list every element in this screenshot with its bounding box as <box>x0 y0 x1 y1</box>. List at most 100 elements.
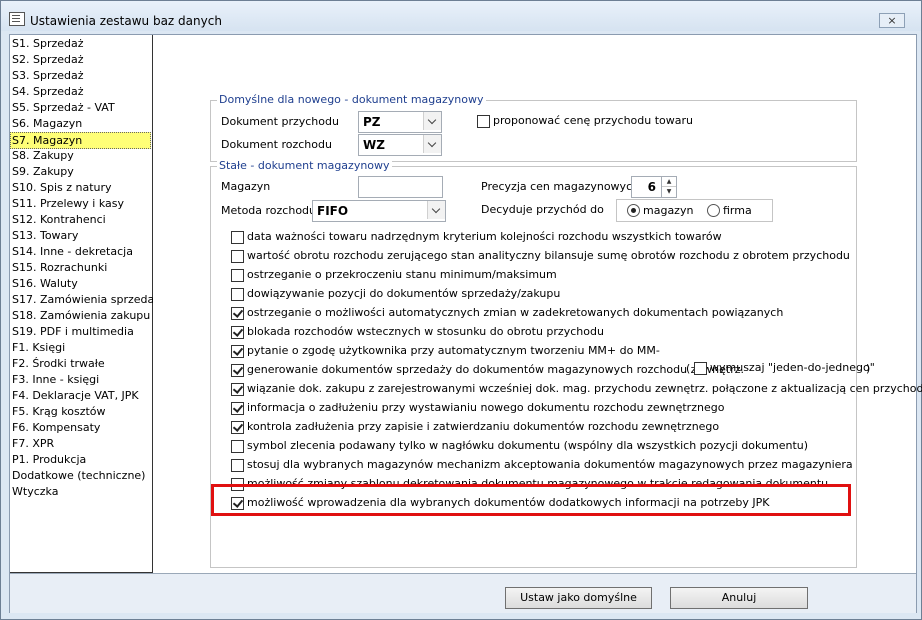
arrow-down-icon[interactable]: ▼ <box>662 187 676 196</box>
sidebar-item[interactable]: S6. Magazyn <box>12 116 82 131</box>
sidebar-item[interactable]: S3. Sprzedaż <box>12 68 84 83</box>
checkbox[interactable] <box>231 269 244 282</box>
sidebar-item[interactable]: S4. Sprzedaż <box>12 84 84 99</box>
sidebar-item[interactable]: S1. Sprzedaż <box>12 36 84 51</box>
option-label: wiązanie dok. zakupu z zarejestrowanymi … <box>247 382 922 395</box>
option-label: data ważności towaru nadrzędnym kryteriu… <box>247 230 722 243</box>
sidebar-item[interactable]: S11. Przelewy i kasy <box>12 196 124 211</box>
checkbox[interactable] <box>231 345 244 358</box>
warehouse-label: Magazyn <box>221 180 271 193</box>
decides-radio-group: magazyn firma <box>616 199 773 222</box>
option-label: kontrola zadłużenia przy zapisie i zatwi… <box>247 420 720 433</box>
checkbox[interactable] <box>231 250 244 263</box>
checkbox[interactable] <box>231 231 244 244</box>
checkbox[interactable] <box>231 402 244 415</box>
fixed-group-title: Stałe - dokument magazynowy <box>217 159 392 172</box>
checkbox[interactable] <box>231 364 244 377</box>
arrow-up-icon[interactable]: ▲ <box>662 177 676 187</box>
set-default-button[interactable]: Ustaw jako domyślne <box>505 587 652 609</box>
sidebar-item[interactable]: S18. Zamówienia zakupu <box>12 308 150 323</box>
precision-value: 6 <box>647 180 656 194</box>
sidebar-item[interactable]: F5. Krąg kosztów <box>12 404 106 419</box>
sidebar-item[interactable]: S5. Sprzedaż - VAT <box>12 100 115 115</box>
defaults-group-title: Domyślne dla nowego - dokument magazynow… <box>217 93 486 106</box>
sidebar-item[interactable]: S2. Sprzedaż <box>12 52 84 67</box>
issue-doc-label: Dokument rozchodu <box>221 138 332 151</box>
decides-receipt-label: Decyduje przychód do <box>481 203 604 216</box>
checkbox[interactable] <box>231 307 244 320</box>
option-label: pytanie o zgodę użytkownika przy automat… <box>247 344 660 357</box>
sidebar-item[interactable]: S8. Zakupy <box>12 148 74 163</box>
option-label: ostrzeganie o przekroczeniu stanu minimu… <box>247 268 557 281</box>
checkbox[interactable] <box>231 440 244 453</box>
close-button[interactable]: × <box>879 13 905 28</box>
client-area: S1. Sprzedaż S2. Sprzedaż S3. Sprzedaż S4. … <box>9 34 922 613</box>
settings-panel: Domyślne dla nowego - dokument magazynow… <box>153 35 922 572</box>
sidebar-item[interactable]: S10. Spis z natury <box>12 180 112 195</box>
option-label: ostrzeganie o możliwości automatycznych … <box>247 306 784 319</box>
sidebar-item[interactable]: F4. Deklaracje VAT, JPK <box>12 388 139 403</box>
button-bar: Ustaw jako domyślne Anuluj <box>10 573 916 613</box>
propose-price-label: proponować cenę przychodu towaru <box>493 114 694 127</box>
sidebar-item[interactable]: F3. Inne - księgi <box>12 372 99 387</box>
sidebar-item[interactable]: S15. Rozrachunki <box>12 260 107 275</box>
sidebar-item[interactable]: Dodatkowe (techniczne) <box>12 468 145 483</box>
sidebar-item[interactable]: S17. Zamówienia sprzedaży <box>12 292 167 307</box>
option-label: blokada rozchodów wstecznych w stosunku … <box>247 325 604 338</box>
option-label: stosuj dla wybranych magazynów mechanizm… <box>247 458 853 471</box>
paren-open: ( <box>686 362 691 375</box>
option-label: informacja o zadłużeniu przy wystawianiu… <box>247 401 725 414</box>
warehouse-input[interactable] <box>358 176 443 198</box>
one-to-one-checkbox[interactable] <box>694 362 707 375</box>
sidebar-item[interactable]: P1. Produkcja <box>12 452 86 467</box>
radio-company-label: firma <box>723 204 752 217</box>
title-bar: Ustawienia zestawu baz danych × <box>1 1 921 31</box>
settings-window: Ustawienia zestawu baz danych × S1. Sprz… <box>0 0 922 620</box>
radio-warehouse-label: magazyn <box>643 204 694 217</box>
sidebar-item[interactable]: F6. Kompensaty <box>12 420 100 435</box>
sidebar-item[interactable]: S16. Waluty <box>12 276 78 291</box>
defaults-group: Domyślne dla nowego - dokument magazynow… <box>210 93 857 162</box>
sidebar-item[interactable]: S9. Zakupy <box>12 164 74 179</box>
option-label: wartość obrotu rozchodu zerującego stan … <box>247 249 850 262</box>
option-label: generowanie dokumentów sprzedaży do doku… <box>247 363 744 376</box>
sidebar-item[interactable]: S13. Towary <box>12 228 78 243</box>
sidebar-item[interactable]: S12. Kontrahenci <box>12 212 106 227</box>
radio-company[interactable] <box>707 204 720 217</box>
chevron-down-icon[interactable] <box>423 135 441 153</box>
precision-stepper[interactable]: 6 ▲ ▼ <box>631 176 677 198</box>
chevron-down-icon[interactable] <box>427 201 445 219</box>
sidebar-item[interactable]: F1. Księgi <box>12 340 65 355</box>
option-label: dowiązywanie pozycji do dokumentów sprze… <box>247 287 561 300</box>
paren-close: ) <box>866 362 871 375</box>
checkbox[interactable] <box>231 421 244 434</box>
one-to-one-label: wymuszaj "jeden-do-jednego" <box>710 361 875 374</box>
sidebar-item[interactable]: F2. Środki trwałe <box>12 356 105 371</box>
checkbox[interactable] <box>231 459 244 472</box>
sidebar-item[interactable]: S7. Magazyn <box>10 132 151 149</box>
issue-method-select[interactable]: FIFO <box>312 200 446 222</box>
chevron-down-icon[interactable] <box>423 112 441 130</box>
radio-warehouse[interactable] <box>627 204 640 217</box>
checkbox[interactable] <box>231 288 244 301</box>
checkbox[interactable] <box>231 383 244 396</box>
issue-doc-select[interactable]: WZ <box>358 134 442 156</box>
receipt-doc-value: PZ <box>363 115 381 129</box>
receipt-doc-select[interactable]: PZ <box>358 111 442 133</box>
sidebar-item[interactable]: S14. Inne - dekretacja <box>12 244 133 259</box>
issue-method-value: FIFO <box>317 204 349 218</box>
stepper-buttons[interactable]: ▲ ▼ <box>661 177 676 197</box>
receipt-doc-label: Dokument przychodu <box>221 115 339 128</box>
issue-doc-value: WZ <box>363 138 385 152</box>
precision-label: Precyzja cen magazynowych <box>481 180 640 193</box>
highlight-frame <box>211 484 851 516</box>
database-settings-icon <box>9 12 25 26</box>
window-title: Ustawienia zestawu baz danych <box>30 14 222 28</box>
sidebar-item[interactable]: F7. XPR <box>12 436 54 451</box>
checkbox[interactable] <box>231 326 244 339</box>
propose-price-box[interactable] <box>477 115 490 128</box>
sidebar-item[interactable]: Wtyczka <box>12 484 58 499</box>
cancel-button[interactable]: Anuluj <box>670 587 808 609</box>
settings-section-list[interactable]: S1. Sprzedaż S2. Sprzedaż S3. Sprzedaż S4. … <box>10 35 167 573</box>
sidebar-item[interactable]: S19. PDF i multimedia <box>12 324 134 339</box>
